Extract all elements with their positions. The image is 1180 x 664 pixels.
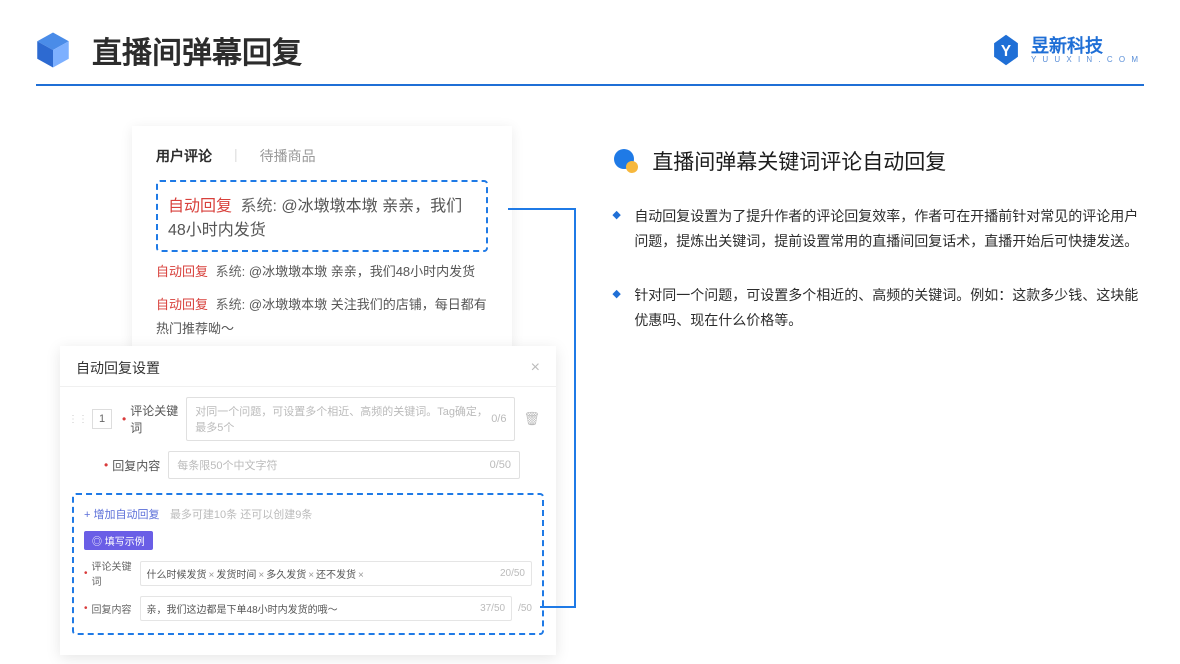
page-title: 直播间弹幕回复 [92,28,302,72]
cube-icon [32,29,74,71]
required-dot: • [122,412,126,426]
page-header: 直播间弹幕回复 Y 昱新科技 Y U U X I N . C O M [0,0,1180,84]
tab-user-comments[interactable]: 用户评论 [156,146,212,166]
bullet-list: 自动回复设置为了提升作者的评论回复效率，作者可在开播前针对常见的评论用户问题，提… [612,204,1144,332]
tabs: 用户评论 | 待播商品 [156,146,488,166]
svg-text:Y: Y [1001,43,1011,60]
autoreply-tag: 自动回复 [168,198,232,215]
system-tag: 系统: [240,198,276,215]
autoreply-tag: 自动回复 [156,297,208,312]
keyword-input[interactable]: 对同一个问题，可设置多个相近、高频的关键词。Tag确定，最多5个 0/6 [186,397,515,441]
example-keyword-input[interactable]: 什么时候发货 发货时间 多久发货 还不发货 20/50 [140,561,532,586]
autoreply-tag: 自动回复 [156,264,208,279]
add-section-highlight: + 增加自动回复 最多可建10条 还可以创建9条 ◎ 填写示例 • 评论关键词 … [72,493,544,635]
description-column: 直播间弹幕关键词评论自动回复 自动回复设置为了提升作者的评论回复效率，作者可在开… [612,126,1144,362]
connector-line [540,606,576,608]
comment-row: 自动回复 系统: @冰墩墩本墩 亲亲，我们48小时内发货 [156,260,488,285]
keyword-row: ⋮⋮ 1 • 评论关键词 对同一个问题，可设置多个相近、高频的关键词。Tag确定… [60,387,556,441]
example-content-input[interactable]: 亲，我们这边都是下单48小时内发货的哦～ 37/50 [140,596,513,621]
highlighted-comment: 自动回复 系统: @冰墩墩本墩 亲亲，我们48小时内发货 [156,180,488,252]
required-dot: • [104,458,108,472]
system-tag: 系统: [216,297,246,312]
connector-line [508,208,576,210]
system-tag: 系统: [216,264,246,279]
drag-handle-icon[interactable]: ⋮⋮ [68,414,88,425]
logo-text-en: Y U U X I N . C O M [1031,55,1140,64]
section-title: 直播间弹幕关键词评论自动回复 [652,146,946,176]
settings-title: 自动回复设置 [76,358,160,378]
tab-pending-products[interactable]: 待播商品 [260,146,316,166]
mockup-column: 用户评论 | 待播商品 自动回复 系统: @冰墩墩本墩 亲亲，我们48小时内发货… [60,126,552,362]
add-hint: 最多可建10条 还可以创建9条 [170,509,312,521]
connector-line [574,208,576,608]
trash-icon[interactable]: 🗑 [523,411,540,427]
section-title-row: 直播间弹幕关键词评论自动回复 [612,146,1144,176]
comment-text: @冰墩墩本墩 亲亲，我们48小时内发货 [249,264,475,279]
content-input[interactable]: 每条限50个中文字符 0/50 [168,451,520,479]
bubble-icon [612,147,640,175]
comments-card: 用户评论 | 待播商品 自动回复 系统: @冰墩墩本墩 亲亲，我们48小时内发货… [132,126,512,370]
example-content-row: • 回复内容 亲，我们这边都是下单48小时内发货的哦～ 37/50 /50 [84,596,532,621]
sequence-box: 1 [92,409,112,429]
bullet-item: 针对同一个问题，可设置多个相近的、高频的关键词。例如：这款多少钱、这块能优惠吗、… [612,283,1144,332]
bullet-item: 自动回复设置为了提升作者的评论回复效率，作者可在开播前针对常见的评论用户问题，提… [612,204,1144,253]
fill-example-badge: ◎ 填写示例 [84,531,153,550]
logo-icon: Y [989,33,1023,67]
logo-text-cn: 昱新科技 [1031,37,1140,55]
content-row: • 回复内容 每条限50个中文字符 0/50 [60,441,556,479]
comment-row: 自动回复 系统: @冰墩墩本墩 关注我们的店铺，每日都有热门推荐呦～ [156,293,488,342]
example-keyword-row: • 评论关键词 什么时候发货 发货时间 多久发货 还不发货 20/50 [84,558,532,588]
settings-card: 自动回复设置 × ⋮⋮ 1 • 评论关键词 对同一个问题，可设置多个相近、高频的… [60,346,556,655]
brand-logo: Y 昱新科技 Y U U X I N . C O M [989,33,1140,67]
settings-header: 自动回复设置 × [60,358,556,387]
keyword-label: 评论关键词 [130,402,186,436]
close-icon[interactable]: × [531,359,540,377]
content-label: 回复内容 [112,457,168,474]
content-area: 用户评论 | 待播商品 自动回复 系统: @冰墩墩本墩 亲亲，我们48小时内发货… [0,86,1180,362]
add-autoreply-link[interactable]: + 增加自动回复 [84,509,159,521]
